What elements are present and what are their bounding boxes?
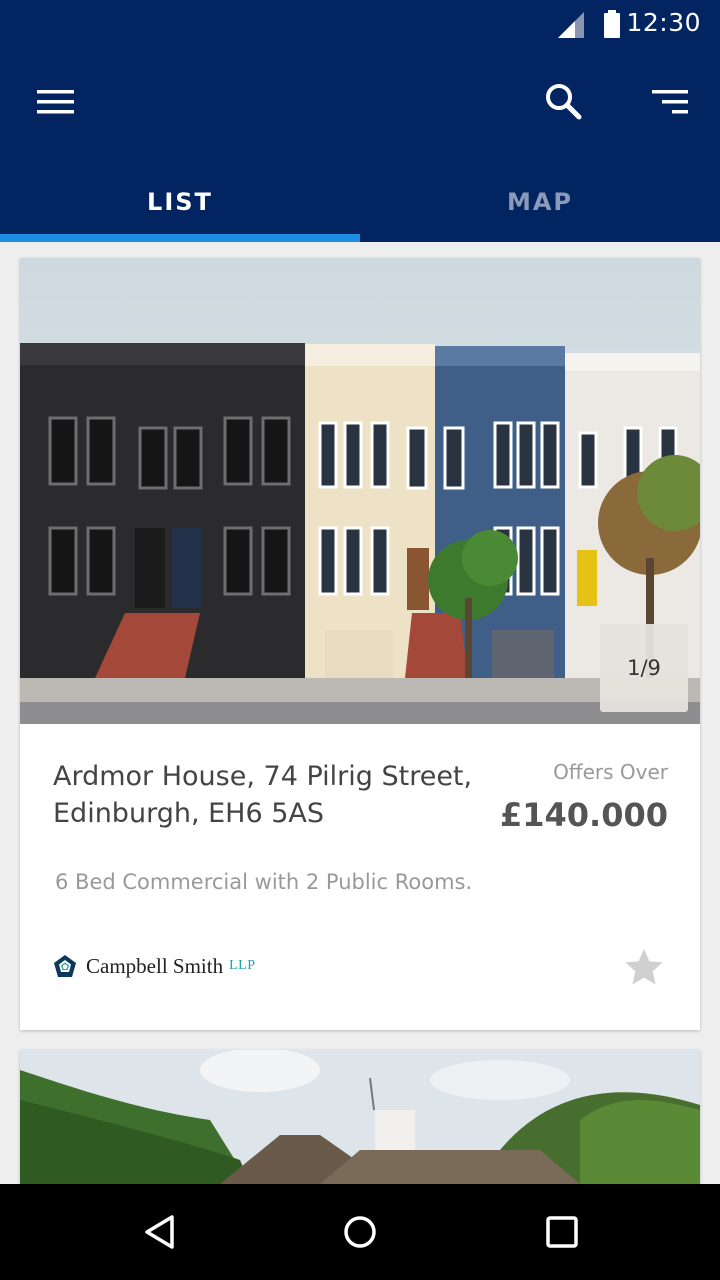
battery-icon bbox=[604, 10, 620, 38]
listing-address: Ardmor House, 74 Pilrig Street, Edinburg… bbox=[53, 761, 473, 829]
home-icon bbox=[344, 1216, 376, 1248]
menu-button[interactable] bbox=[28, 78, 84, 126]
status-bar: 12:30 bbox=[0, 0, 720, 48]
status-time: 12:30 bbox=[626, 8, 701, 37]
app-bar: 12:30 LIST MAP bbox=[0, 0, 720, 242]
listing-card[interactable]: 1/9 Ardmor House, 74 Pilrig Street, Edin… bbox=[20, 258, 700, 1030]
view-tabs: LIST MAP bbox=[0, 162, 720, 242]
back-icon bbox=[145, 1215, 174, 1249]
listing-photo[interactable]: 1/9 bbox=[20, 258, 700, 724]
search-button[interactable] bbox=[536, 78, 592, 126]
listing-price: £140.000 bbox=[499, 796, 668, 834]
tab-indicator bbox=[0, 234, 360, 242]
recents-icon bbox=[546, 1216, 578, 1248]
house-photo-image bbox=[20, 258, 700, 724]
agent-suffix: LLP bbox=[229, 958, 256, 973]
listing-description: 6 Bed Commercial with 2 Public Rooms. bbox=[55, 870, 473, 894]
favorite-button[interactable] bbox=[620, 944, 668, 992]
sort-filter-icon bbox=[652, 90, 688, 114]
agent-logo: Campbell Smith LLP bbox=[53, 950, 255, 982]
search-icon bbox=[546, 84, 582, 120]
signal-icon bbox=[558, 12, 584, 38]
photo-counter: 1/9 bbox=[600, 624, 688, 712]
system-nav-bar bbox=[0, 1184, 720, 1280]
listing-photo-2-image bbox=[20, 1050, 700, 1184]
back-button[interactable] bbox=[128, 1200, 192, 1264]
listing-card-2[interactable] bbox=[20, 1050, 700, 1184]
recents-button[interactable] bbox=[530, 1200, 594, 1264]
tab-list[interactable]: LIST bbox=[0, 162, 360, 242]
home-button[interactable] bbox=[328, 1200, 392, 1264]
star-icon bbox=[625, 948, 663, 985]
pentagon-logo-icon bbox=[54, 955, 76, 977]
menu-icon bbox=[37, 90, 74, 114]
tab-map[interactable]: MAP bbox=[360, 162, 720, 242]
sort-filter-button[interactable] bbox=[642, 78, 698, 126]
agent-name: Campbell Smith bbox=[86, 953, 224, 978]
price-qualifier: Offers Over bbox=[553, 760, 668, 784]
